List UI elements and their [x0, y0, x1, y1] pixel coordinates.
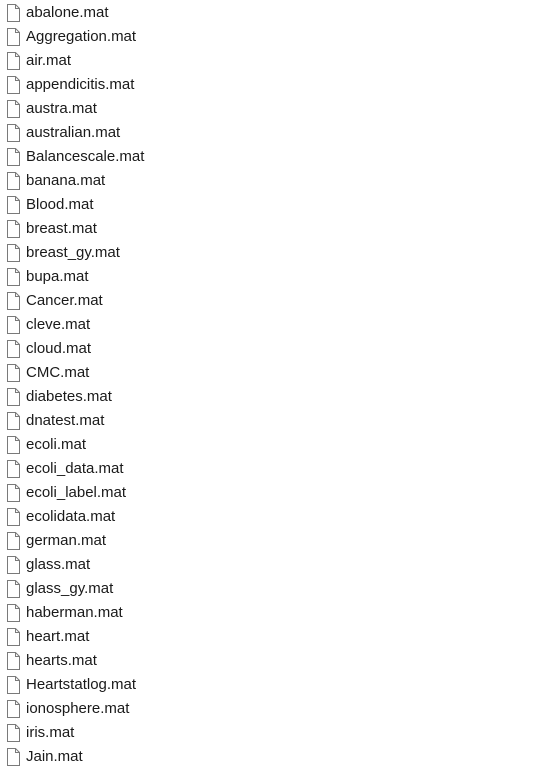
- blank-file-icon: [7, 700, 20, 718]
- file-name: diabetes.mat: [26, 388, 112, 405]
- blank-file-icon: [7, 748, 20, 766]
- file-name: Heartstatlog.mat: [26, 676, 137, 693]
- blank-file-icon: [7, 652, 20, 670]
- file-name: Aggregation.mat: [26, 28, 137, 45]
- file-item[interactable]: Heartstatlog.mat: [0, 673, 543, 697]
- blank-file-icon: [7, 484, 20, 502]
- file-item[interactable]: haberman.mat: [0, 601, 543, 625]
- file-name: cleve.mat: [26, 316, 91, 333]
- blank-file-icon: [7, 124, 20, 142]
- file-item[interactable]: cloud.mat: [0, 337, 543, 361]
- file-item[interactable]: glass.mat: [0, 553, 543, 577]
- file-name: german.mat: [26, 532, 107, 549]
- file-item[interactable]: appendicitis.mat: [0, 73, 543, 97]
- blank-file-icon: [7, 316, 20, 334]
- blank-file-icon: [7, 556, 20, 574]
- file-item[interactable]: diabetes.mat: [0, 385, 543, 409]
- blank-file-icon: [7, 52, 20, 70]
- file-item[interactable]: bupa.mat: [0, 265, 543, 289]
- blank-file-icon: [7, 292, 20, 310]
- file-name: ecoli_label.mat: [26, 484, 127, 501]
- blank-file-icon: [7, 724, 20, 742]
- file-item[interactable]: cleve.mat: [0, 313, 543, 337]
- file-item[interactable]: Cancer.mat: [0, 289, 543, 313]
- file-name: ecoli_data.mat: [26, 460, 124, 477]
- file-name: ionosphere.mat: [26, 700, 130, 717]
- blank-file-icon: [7, 28, 20, 46]
- blank-file-icon: [7, 268, 20, 286]
- file-item[interactable]: banana.mat: [0, 169, 543, 193]
- file-name: banana.mat: [26, 172, 106, 189]
- blank-file-icon: [7, 148, 20, 166]
- blank-file-icon: [7, 4, 20, 22]
- blank-file-icon: [7, 676, 20, 694]
- file-item[interactable]: hearts.mat: [0, 649, 543, 673]
- file-name: austra.mat: [26, 100, 97, 117]
- file-item[interactable]: ecoli_label.mat: [0, 481, 543, 505]
- file-name: bupa.mat: [26, 268, 89, 285]
- file-item[interactable]: heart.mat: [0, 625, 543, 649]
- file-name: cloud.mat: [26, 340, 92, 357]
- file-item[interactable]: CMC.mat: [0, 361, 543, 385]
- file-item[interactable]: ecolidata.mat: [0, 505, 543, 529]
- file-name: glass.mat: [26, 556, 91, 573]
- file-name: Blood.mat: [26, 196, 94, 213]
- file-item[interactable]: ionosphere.mat: [0, 697, 543, 721]
- file-item[interactable]: breast_gy.mat: [0, 241, 543, 265]
- file-item[interactable]: glass_gy.mat: [0, 577, 543, 601]
- blank-file-icon: [7, 580, 20, 598]
- blank-file-icon: [7, 508, 20, 526]
- file-item[interactable]: air.mat: [0, 49, 543, 73]
- file-name: air.mat: [26, 52, 72, 69]
- file-name: australian.mat: [26, 124, 121, 141]
- blank-file-icon: [7, 220, 20, 238]
- file-item[interactable]: Balancescale.mat: [0, 145, 543, 169]
- blank-file-icon: [7, 76, 20, 94]
- file-name: breast_gy.mat: [26, 244, 120, 261]
- file-item[interactable]: german.mat: [0, 529, 543, 553]
- file-name: dnatest.mat: [26, 412, 105, 429]
- file-name: ecoli.mat: [26, 436, 87, 453]
- file-name: abalone.mat: [26, 4, 109, 21]
- blank-file-icon: [7, 388, 20, 406]
- file-item[interactable]: Blood.mat: [0, 193, 543, 217]
- file-name: heart.mat: [26, 628, 90, 645]
- file-item[interactable]: abalone.mat: [0, 1, 543, 25]
- file-name: ecolidata.mat: [26, 508, 116, 525]
- blank-file-icon: [7, 340, 20, 358]
- file-item[interactable]: dnatest.mat: [0, 409, 543, 433]
- file-item[interactable]: ecoli_data.mat: [0, 457, 543, 481]
- file-list: abalone.mat Aggregation.mat air.mat appendi…: [0, 0, 543, 769]
- blank-file-icon: [7, 412, 20, 430]
- blank-file-icon: [7, 244, 20, 262]
- file-item[interactable]: austra.mat: [0, 97, 543, 121]
- file-name: Balancescale.mat: [26, 148, 145, 165]
- file-item[interactable]: australian.mat: [0, 121, 543, 145]
- blank-file-icon: [7, 172, 20, 190]
- file-item[interactable]: Jain.mat: [0, 745, 543, 769]
- file-name: haberman.mat: [26, 604, 123, 621]
- file-name: Cancer.mat: [26, 292, 103, 309]
- file-name: breast.mat: [26, 220, 97, 237]
- file-name: appendicitis.mat: [26, 76, 135, 93]
- blank-file-icon: [7, 364, 20, 382]
- blank-file-icon: [7, 100, 20, 118]
- blank-file-icon: [7, 436, 20, 454]
- file-name: CMC.mat: [26, 364, 90, 381]
- file-name: Jain.mat: [26, 748, 83, 765]
- file-item[interactable]: iris.mat: [0, 721, 543, 745]
- file-name: hearts.mat: [26, 652, 97, 669]
- blank-file-icon: [7, 628, 20, 646]
- blank-file-icon: [7, 604, 20, 622]
- blank-file-icon: [7, 460, 20, 478]
- blank-file-icon: [7, 196, 20, 214]
- file-item[interactable]: breast.mat: [0, 217, 543, 241]
- blank-file-icon: [7, 532, 20, 550]
- file-item[interactable]: ecoli.mat: [0, 433, 543, 457]
- file-item[interactable]: Aggregation.mat: [0, 25, 543, 49]
- file-name: iris.mat: [26, 724, 75, 741]
- file-name: glass_gy.mat: [26, 580, 114, 597]
